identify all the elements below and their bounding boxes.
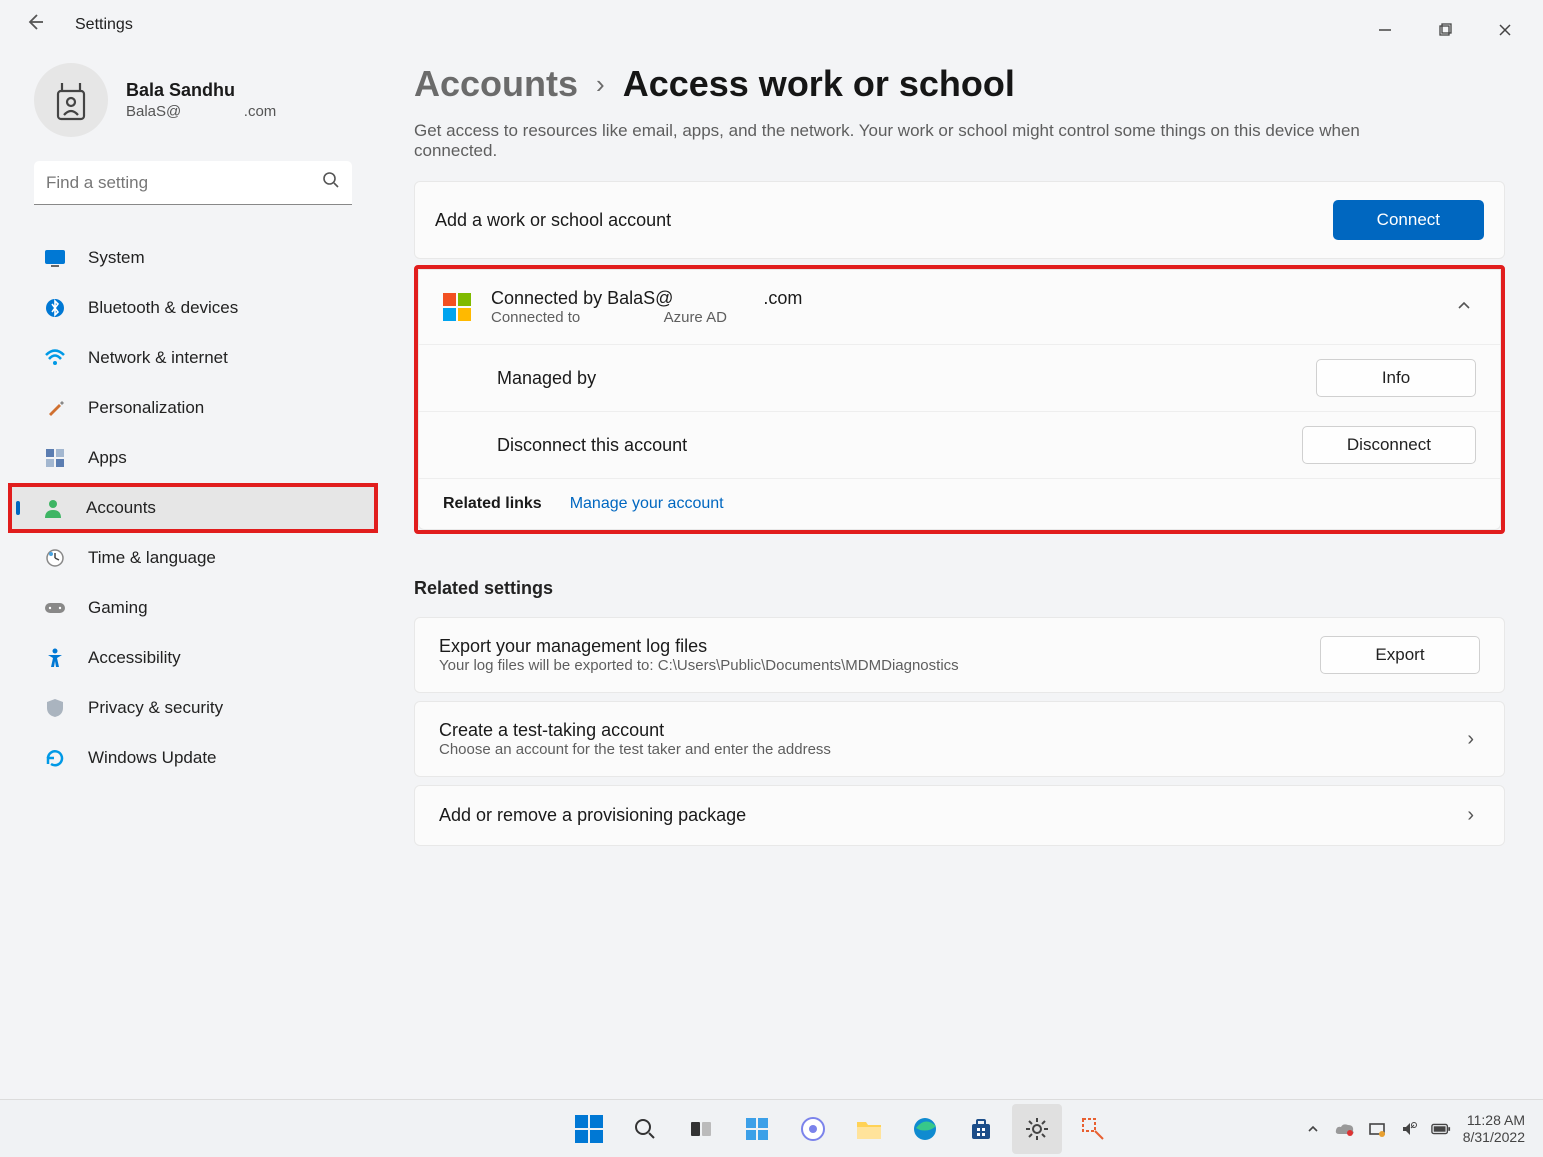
profile-email: BalaS@ .com — [126, 103, 276, 120]
connected-account-header[interactable]: Connected by BalaS@ .com Connected to Az… — [419, 270, 1500, 345]
sidebar-item-label: Time & language — [88, 548, 216, 568]
sidebar-item-label: Accessibility — [88, 648, 181, 668]
sidebar-item-label: Windows Update — [88, 748, 217, 768]
provisioning-title: Add or remove a provisioning package — [439, 805, 746, 826]
sidebar-item-label: Network & internet — [88, 348, 228, 368]
tray-updates-icon[interactable] — [1367, 1119, 1387, 1139]
maximize-button[interactable] — [1425, 12, 1465, 48]
taskbar-explorer[interactable] — [844, 1104, 894, 1154]
clock-date: 8/31/2022 — [1463, 1129, 1525, 1146]
sidebar-item-gaming[interactable]: Gaming — [14, 583, 372, 633]
test-account-title: Create a test-taking account — [439, 720, 831, 741]
chevron-right-icon: › — [1467, 804, 1480, 827]
connect-button[interactable]: Connect — [1333, 200, 1484, 240]
related-links-label: Related links — [443, 495, 542, 513]
tray-battery-icon[interactable] — [1431, 1119, 1451, 1139]
sidebar-item-label: Accounts — [86, 498, 156, 518]
tray-chevron-icon[interactable] — [1303, 1119, 1323, 1139]
sidebar-item-time[interactable]: Time & language — [14, 533, 372, 583]
test-account-subtitle: Choose an account for the test taker and… — [439, 741, 831, 758]
taskbar-edge[interactable] — [900, 1104, 950, 1154]
gamepad-icon — [44, 597, 66, 619]
provisioning-row[interactable]: Add or remove a provisioning package › — [414, 785, 1505, 846]
person-icon — [42, 497, 64, 519]
managed-by-label: Managed by — [497, 368, 596, 389]
export-logs-subtitle: Your log files will be exported to: C:\U… — [439, 657, 959, 674]
taskbar-teams[interactable] — [788, 1104, 838, 1154]
test-account-row[interactable]: Create a test-taking account Choose an a… — [414, 701, 1505, 777]
taskbar-search[interactable] — [620, 1104, 670, 1154]
window-title: Settings — [75, 16, 133, 34]
search-box[interactable] — [34, 161, 352, 205]
taskbar-settings[interactable] — [1012, 1104, 1062, 1154]
sidebar-item-label: Personalization — [88, 398, 204, 418]
taskbar-taskview[interactable] — [676, 1104, 726, 1154]
windows-logo-icon — [575, 1115, 603, 1143]
manage-account-link[interactable]: Manage your account — [570, 495, 724, 513]
taskbar-start[interactable] — [564, 1104, 614, 1154]
export-logs-title: Export your management log files — [439, 636, 959, 657]
disconnect-button[interactable]: Disconnect — [1302, 426, 1476, 464]
avatar — [34, 63, 108, 137]
update-icon — [44, 747, 66, 769]
apps-icon — [44, 447, 66, 469]
disconnect-label: Disconnect this account — [497, 435, 687, 456]
search-input[interactable] — [46, 173, 322, 193]
breadcrumb-root[interactable]: Accounts — [414, 63, 578, 105]
connected-account-subtitle: Connected to Azure AD — [491, 309, 802, 326]
close-button[interactable] — [1485, 12, 1525, 48]
display-icon — [44, 247, 66, 269]
info-button[interactable]: Info — [1316, 359, 1476, 397]
back-button[interactable] — [25, 12, 45, 37]
taskbar-snip[interactable] — [1068, 1104, 1118, 1154]
related-settings-heading: Related settings — [414, 578, 1505, 599]
brush-icon — [44, 397, 66, 419]
chevron-right-icon: › — [1467, 728, 1480, 751]
sidebar-item-accounts[interactable]: Accounts — [8, 483, 378, 533]
taskbar-widgets[interactable] — [732, 1104, 782, 1154]
accessibility-icon — [44, 647, 66, 669]
sidebar-item-system[interactable]: System — [14, 233, 372, 283]
microsoft-logo-icon — [443, 293, 471, 321]
sidebar-item-label: Gaming — [88, 598, 148, 618]
clock-icon — [44, 547, 66, 569]
tray-onedrive-icon[interactable] — [1335, 1119, 1355, 1139]
clock-time: 11:28 AM — [1463, 1112, 1525, 1129]
sidebar-item-label: Apps — [88, 448, 127, 468]
sidebar-item-label: Privacy & security — [88, 698, 223, 718]
profile-block[interactable]: Bala Sandhu BalaS@ .com — [8, 63, 378, 161]
sidebar-item-apps[interactable]: Apps — [14, 433, 372, 483]
search-icon — [322, 171, 340, 194]
connected-account-title: Connected by BalaS@ .com — [491, 288, 802, 309]
taskbar-store[interactable] — [956, 1104, 1006, 1154]
sidebar-item-label: Bluetooth & devices — [88, 298, 238, 318]
sidebar-item-update[interactable]: Windows Update — [14, 733, 372, 783]
page-description: Get access to resources like email, apps… — [414, 121, 1434, 161]
export-button[interactable]: Export — [1320, 636, 1480, 674]
chevron-right-icon: › — [596, 69, 605, 100]
bluetooth-icon — [44, 297, 66, 319]
add-account-label: Add a work or school account — [435, 210, 671, 231]
chevron-up-icon — [1456, 297, 1472, 318]
breadcrumb: Accounts › Access work or school — [414, 63, 1505, 105]
sidebar-item-label: System — [88, 248, 145, 268]
taskbar-clock[interactable]: 11:28 AM 8/31/2022 — [1463, 1112, 1525, 1146]
sidebar-item-accessibility[interactable]: Accessibility — [14, 633, 372, 683]
sidebar-item-network[interactable]: Network & internet — [14, 333, 372, 383]
sidebar-item-privacy[interactable]: Privacy & security — [14, 683, 372, 733]
minimize-button[interactable] — [1365, 12, 1405, 48]
shield-icon — [44, 697, 66, 719]
sidebar-item-personalization[interactable]: Personalization — [14, 383, 372, 433]
wifi-icon — [44, 347, 66, 369]
tray-audio-icon[interactable] — [1399, 1119, 1419, 1139]
sidebar-item-bluetooth[interactable]: Bluetooth & devices — [14, 283, 372, 333]
breadcrumb-leaf: Access work or school — [623, 63, 1015, 105]
profile-name: Bala Sandhu — [126, 80, 276, 101]
